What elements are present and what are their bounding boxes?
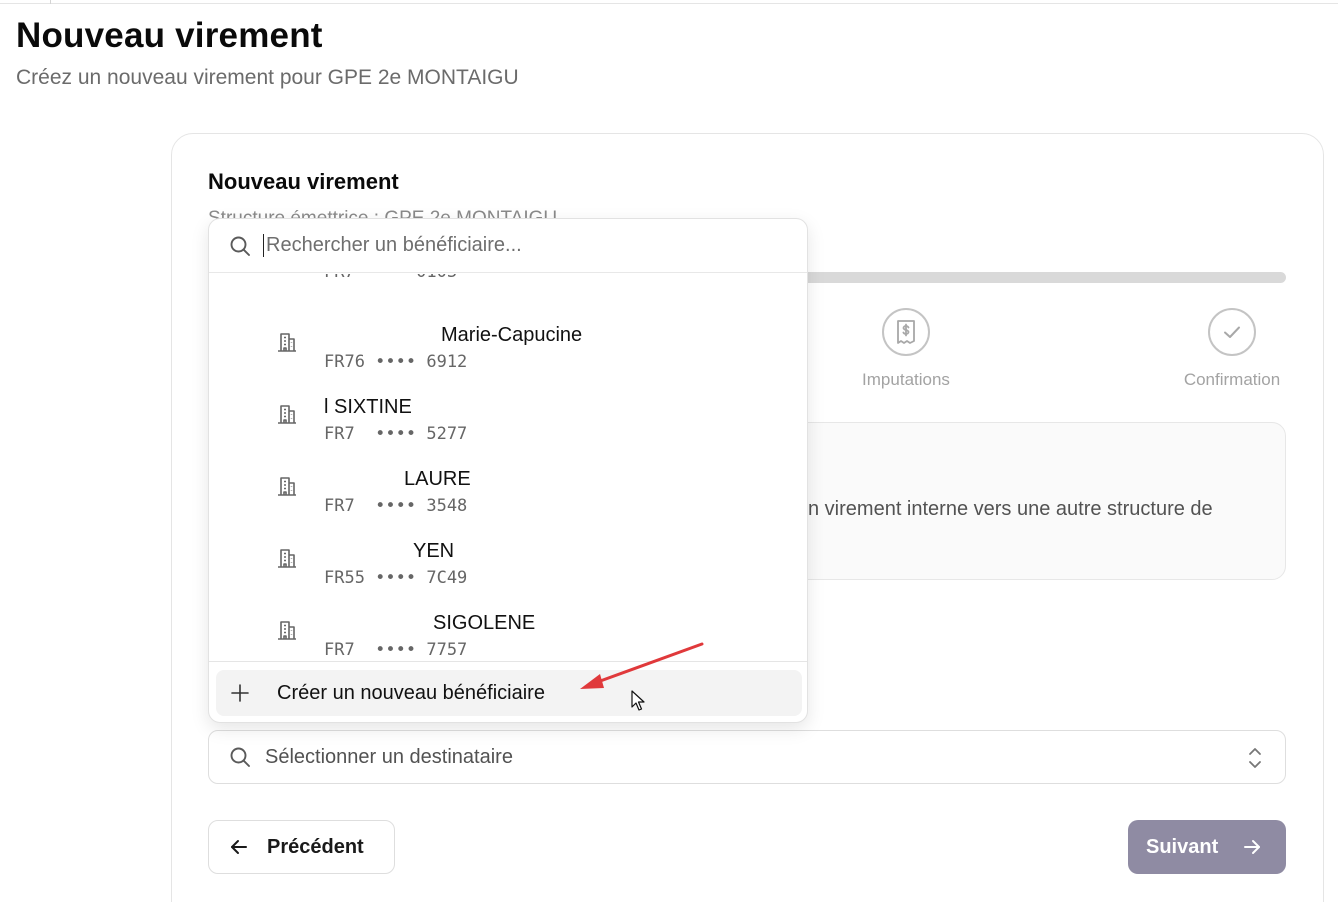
recipient-select[interactable]: Sélectionner un destinataire (208, 730, 1286, 784)
building-icon (278, 405, 296, 424)
search-icon (230, 747, 250, 767)
building-icon (278, 621, 296, 640)
building-icon (278, 477, 296, 496)
beneficiary-name: LAURE (404, 468, 471, 490)
next-button-label: Suivant (1146, 835, 1219, 858)
card-title: Nouveau virement (208, 169, 399, 194)
beneficiary-name: SIGOLENE (433, 612, 536, 634)
step-imputations: Imputations (846, 308, 966, 390)
building-icon (278, 549, 296, 568)
arrow-left-icon (231, 840, 247, 854)
plus-icon (231, 684, 249, 702)
beneficiary-dropdown: FR7 •••• 0103 Marie-Capucine FR76 •••• 6… (208, 218, 808, 723)
list-item[interactable]: YEN FR55 •••• 7C49 (209, 526, 807, 598)
list-item[interactable]: LAURE FR7 •••• 3548 (209, 454, 807, 526)
beneficiary-name: YEN (413, 540, 455, 562)
info-text: n virement interne vers une autre struct… (808, 498, 1213, 520)
beneficiary-iban: FR7 •••• 7757 (324, 640, 468, 660)
list-item[interactable]: SIGOLENE FR7 •••• 7757 (209, 598, 807, 661)
beneficiary-iban: FR76 •••• 6912 (324, 352, 468, 372)
list-item[interactable]: l SIXTINE FR7 •••• 5277 (209, 382, 807, 454)
beneficiary-list: FR7 •••• 0103 Marie-Capucine FR76 •••• 6… (209, 274, 807, 661)
top-bar-border (0, 0, 1338, 4)
list-item[interactable]: Marie-Capucine FR76 •••• 6912 (209, 310, 807, 382)
dropdown-footer: Créer un nouveau bénéficiaire (209, 661, 807, 722)
beneficiary-name: l SIXTINE (324, 396, 412, 418)
step-confirmation-label: Confirmation (1183, 370, 1281, 389)
previous-button[interactable]: Précédent (208, 820, 395, 874)
step-imputations-label: Imputations (862, 370, 950, 389)
previous-button-label: Précédent (267, 835, 364, 858)
top-bar-tick (50, 0, 51, 4)
beneficiary-name: Marie-Capucine (441, 324, 583, 346)
beneficiary-iban: FR55 •••• 7C49 (324, 568, 468, 588)
beneficiary-search (209, 219, 807, 273)
partial-list-item-iban: FR7 •••• 0103 (324, 274, 457, 282)
create-beneficiary-label: Créer un nouveau bénéficiaire (277, 681, 545, 704)
beneficiary-iban: FR7 •••• 3548 (324, 496, 468, 516)
receipt-dollar-icon (882, 308, 930, 356)
chevron-up-down-icon (1249, 748, 1261, 768)
step-confirmation: Confirmation (1172, 308, 1292, 390)
recipient-placeholder: Sélectionner un destinataire (265, 745, 513, 768)
check-icon (1208, 308, 1256, 356)
page-subtitle: Créez un nouveau virement pour GPE 2e MO… (16, 66, 519, 89)
arrow-right-icon (1244, 840, 1261, 854)
search-icon (230, 236, 250, 256)
create-beneficiary-button[interactable]: Créer un nouveau bénéficiaire (216, 670, 802, 716)
beneficiary-iban: FR7 •••• 5277 (324, 424, 468, 444)
page-title: Nouveau virement (16, 16, 323, 55)
beneficiary-search-input[interactable] (263, 234, 763, 257)
next-button[interactable]: Suivant (1128, 820, 1286, 874)
building-icon (278, 333, 296, 352)
